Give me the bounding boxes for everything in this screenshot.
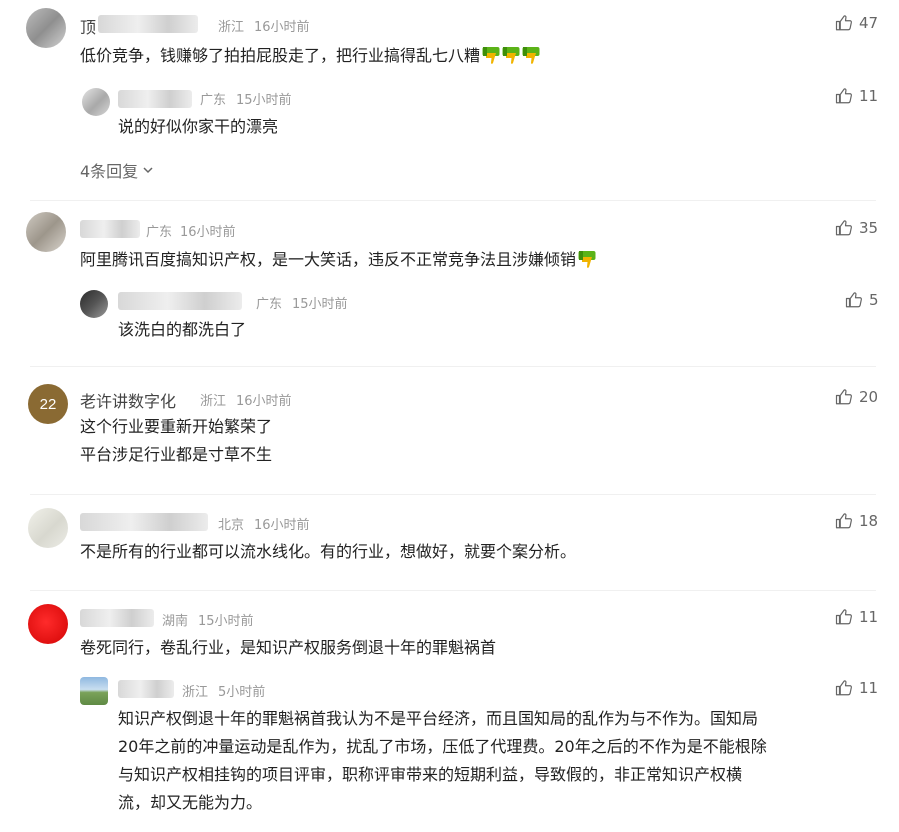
author-name-blur bbox=[118, 680, 174, 698]
comment-time: 16小时前 bbox=[180, 225, 236, 240]
reply-text-line: 20年之前的冲量运动是乱作为，扰乱了市场，压低了代理费。20年之后的不作为是不能… bbox=[118, 737, 767, 756]
like-count: 47 bbox=[859, 14, 879, 32]
reply-text-line: 流，却又无能为力。 bbox=[118, 793, 263, 812]
comment-text-content: 低价竞争，钱赚够了拍拍屁股走了，把行业搞得乱七八糟 bbox=[80, 46, 481, 65]
author-name-blur bbox=[118, 292, 242, 310]
comment-time: 16小时前 bbox=[236, 394, 292, 409]
thumbs-up-icon bbox=[845, 291, 863, 309]
reply-text-line: 知识产权倒退十年的罪魁祸首我认为不是平台经济，而且国知局的乱作为与不作为。国知局 bbox=[118, 709, 759, 728]
author-name-blur bbox=[118, 90, 192, 108]
comment-text: 阿里腾讯百度搞知识产权，是一大笑话，违反不正常竞争法且涉嫌倾销 bbox=[80, 246, 596, 274]
avatar[interactable] bbox=[28, 508, 68, 548]
avatar[interactable]: 22 bbox=[28, 384, 68, 424]
like-count: 35 bbox=[859, 219, 879, 237]
reply-time: 5小时前 bbox=[218, 685, 266, 700]
more-replies-label: 4条回复 bbox=[80, 162, 139, 181]
like-count: 11 bbox=[859, 87, 879, 105]
comment-time: 16小时前 bbox=[254, 20, 310, 35]
thumbs-up-icon bbox=[835, 87, 853, 105]
like-button[interactable]: 35 bbox=[835, 219, 878, 237]
like-button[interactable]: 11 bbox=[835, 679, 878, 697]
reply-time: 15小时前 bbox=[292, 297, 348, 312]
like-count: 11 bbox=[859, 679, 879, 697]
thumbs-down-emoji-icon bbox=[578, 250, 596, 268]
like-button[interactable]: 11 bbox=[835, 608, 878, 626]
author-name-blur bbox=[98, 15, 198, 33]
comment-text-line: 这个行业要重新开始繁荣了 bbox=[80, 417, 273, 436]
like-count: 5 bbox=[869, 291, 879, 309]
comment-divider bbox=[30, 200, 876, 201]
comment-location: 浙江 bbox=[218, 20, 245, 35]
reply-location: 广东 bbox=[200, 93, 227, 108]
like-button[interactable]: 20 bbox=[835, 388, 878, 406]
author-name-blur bbox=[80, 513, 208, 531]
avatar-label: 22 bbox=[39, 395, 57, 413]
comment-author-name[interactable]: 老许讲数字化 bbox=[80, 388, 176, 412]
thumbs-down-emoji-icon bbox=[502, 46, 520, 64]
like-button[interactable]: 18 bbox=[835, 512, 878, 530]
comment-location: 广东 bbox=[146, 225, 173, 240]
like-count: 11 bbox=[859, 608, 879, 626]
thumbs-up-icon bbox=[835, 512, 853, 530]
reply-text-line: 与知识产权相挂钩的项目评审，职称评审带来的短期利益，导致假的，非正常知识产权横 bbox=[118, 765, 743, 784]
like-count: 18 bbox=[859, 512, 879, 530]
comment-divider bbox=[30, 494, 876, 495]
comment-author-name[interactable]: 顶 bbox=[80, 14, 96, 38]
like-count: 20 bbox=[859, 388, 879, 406]
comment-text: 卷死同行，卷乱行业，是知识产权服务倒退十年的罪魁祸首 bbox=[80, 638, 497, 657]
reply-time: 15小时前 bbox=[236, 93, 292, 108]
thumbs-up-icon bbox=[835, 388, 853, 406]
thumbs-down-emoji-icon bbox=[522, 46, 540, 64]
comment-location: 湖南 bbox=[162, 614, 189, 629]
author-name-blur bbox=[80, 609, 154, 627]
thumbs-down-emoji-icon bbox=[482, 46, 500, 64]
comment-location: 北京 bbox=[218, 518, 245, 533]
like-button[interactable]: 47 bbox=[835, 14, 878, 32]
reply-location: 浙江 bbox=[182, 685, 209, 700]
comment-time: 15小时前 bbox=[198, 614, 254, 629]
reply-location: 广东 bbox=[256, 297, 283, 312]
avatar[interactable] bbox=[28, 604, 68, 644]
thumbs-up-icon bbox=[835, 608, 853, 626]
comment-divider bbox=[30, 590, 876, 591]
like-button[interactable]: 5 bbox=[845, 291, 879, 309]
chevron-down-icon bbox=[143, 167, 153, 174]
comment-divider bbox=[30, 366, 876, 367]
more-replies-button[interactable]: 4条回复 bbox=[80, 158, 154, 182]
avatar[interactable] bbox=[26, 8, 66, 48]
comment-time: 16小时前 bbox=[254, 518, 310, 533]
comment-text-content: 阿里腾讯百度搞知识产权，是一大笑话，违反不正常竞争法且涉嫌倾销 bbox=[80, 250, 577, 269]
avatar[interactable] bbox=[80, 677, 108, 705]
comment-text: 不是所有的行业都可以流水线化。有的行业，想做好，就要个案分析。 bbox=[80, 542, 577, 561]
comment-text: 低价竞争，钱赚够了拍拍屁股走了，把行业搞得乱七八糟 bbox=[80, 42, 540, 70]
like-button[interactable]: 11 bbox=[835, 87, 878, 105]
thumbs-up-icon bbox=[835, 219, 853, 237]
avatar[interactable] bbox=[80, 290, 108, 318]
author-name-blur bbox=[80, 220, 140, 238]
reply-text: 该洗白的都洗白了 bbox=[118, 320, 247, 339]
avatar[interactable] bbox=[26, 212, 66, 252]
reply-text: 说的好似你家干的漂亮 bbox=[118, 117, 279, 136]
thumbs-up-icon bbox=[835, 679, 853, 697]
comment-location: 浙江 bbox=[200, 394, 227, 409]
thumbs-up-icon bbox=[835, 14, 853, 32]
avatar[interactable] bbox=[82, 88, 110, 116]
comment-text-line: 平台涉足行业都是寸草不生 bbox=[80, 445, 273, 464]
